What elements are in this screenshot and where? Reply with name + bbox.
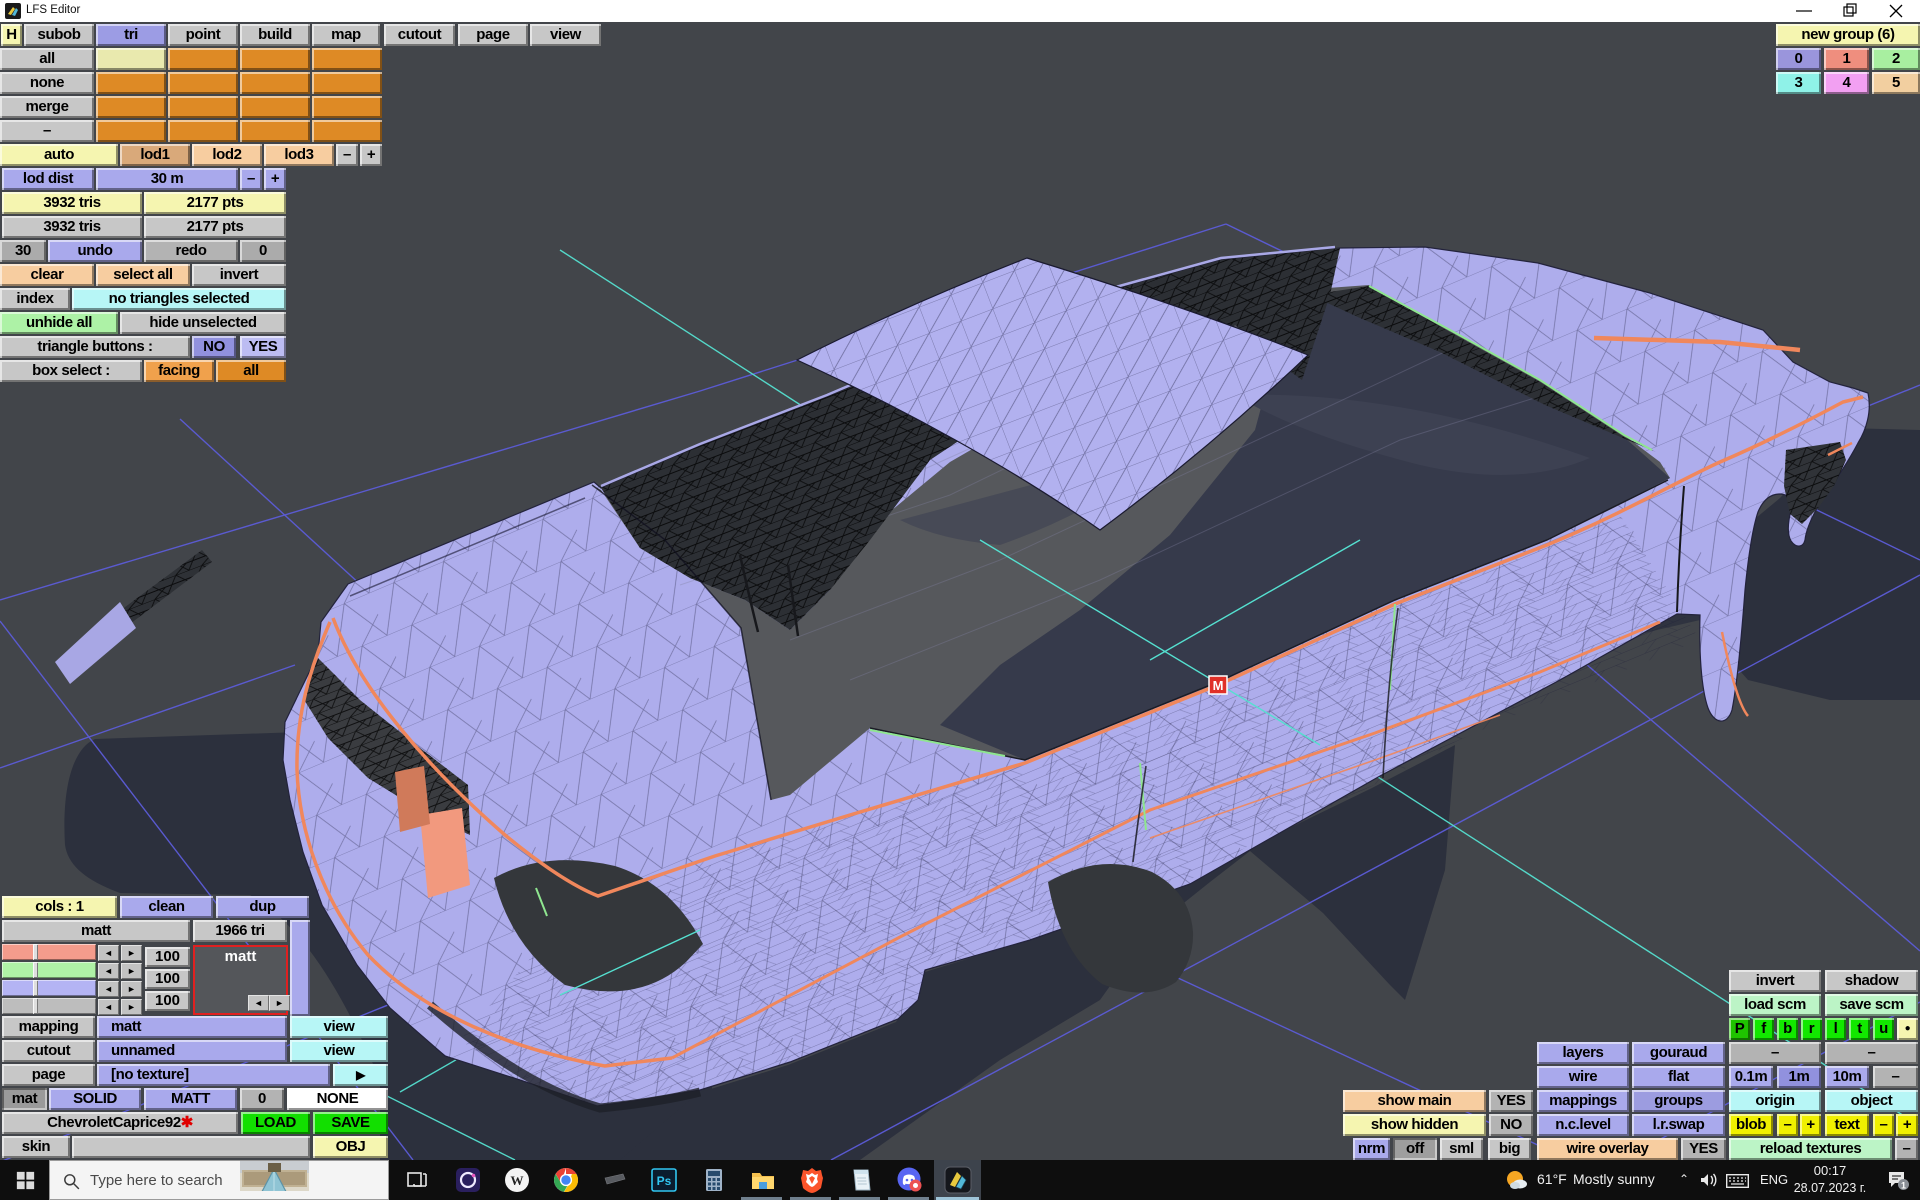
svg-text:M: M xyxy=(1213,678,1224,693)
svg-text:W: W xyxy=(511,1173,524,1188)
svg-text:Ps: Ps xyxy=(657,1174,672,1188)
svg-text:1: 1 xyxy=(1901,1181,1906,1191)
